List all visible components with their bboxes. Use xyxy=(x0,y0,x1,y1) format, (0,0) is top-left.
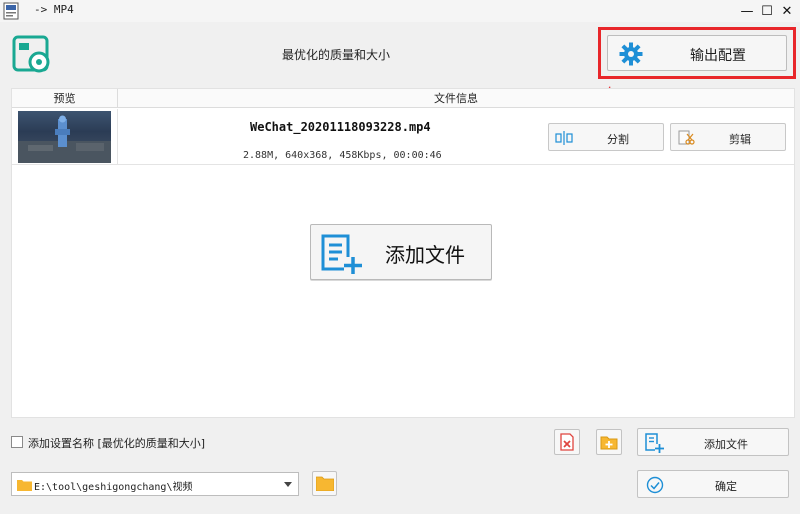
add-file-button[interactable]: 添加文件 xyxy=(637,428,789,456)
minimize-button[interactable]: — xyxy=(738,2,756,20)
folder-icon xyxy=(17,480,32,491)
maximize-button[interactable]: ☐ xyxy=(758,2,776,20)
video-thumbnail xyxy=(18,111,111,163)
clip-button[interactable]: 剪辑 xyxy=(670,123,786,151)
folder-icon xyxy=(316,476,334,491)
title-bar: -> MP4 — ☐ ✕ xyxy=(0,0,800,22)
add-file-large-label: 添加文件 xyxy=(385,243,465,267)
output-config-button[interactable]: 输出配置 xyxy=(607,35,787,71)
file-row[interactable]: WeChat_20201118093228.mp4 2.88M, 640x368… xyxy=(12,109,794,165)
save-name-checkbox[interactable] xyxy=(11,436,23,448)
file-list-panel: 预览 文件信息 WeChat_20201118093228.mp4 2.88M,… xyxy=(11,88,795,418)
preset-title: 最优化的质量和大小 xyxy=(282,48,391,62)
column-header-preview: 预览 xyxy=(12,89,118,108)
ok-button[interactable]: 确定 xyxy=(637,470,789,498)
converter-logo-icon xyxy=(12,35,50,73)
add-folder-button[interactable] xyxy=(596,429,622,455)
remove-file-icon xyxy=(560,433,574,451)
window-title: -> MP4 xyxy=(34,3,74,16)
split-label: 分割 xyxy=(607,133,629,146)
add-folder-icon xyxy=(600,436,618,450)
split-button[interactable]: 分割 xyxy=(548,123,664,151)
file-add-icon xyxy=(321,234,362,274)
add-file-large-button[interactable]: 添加文件 xyxy=(310,224,492,280)
output-path-value: E:\tool\geshigongchang\视频 xyxy=(34,482,193,493)
browse-folder-button[interactable] xyxy=(312,471,337,496)
ok-label: 确定 xyxy=(715,480,737,493)
app-doc-icon xyxy=(3,2,19,20)
output-config-label: 输出配置 xyxy=(690,48,746,64)
column-header-info: 文件信息 xyxy=(118,89,794,108)
save-name-label: 添加设置名称 [最优化的质量和大小] xyxy=(28,437,206,450)
gear-icon xyxy=(619,42,643,66)
thumbnail-scene xyxy=(18,115,111,163)
chevron-down-icon xyxy=(284,482,292,487)
file-name: WeChat_20201118093228.mp4 xyxy=(250,120,431,134)
row-divider xyxy=(117,109,118,165)
add-file-label: 添加文件 xyxy=(704,438,748,451)
output-path-dropdown[interactable]: E:\tool\geshigongchang\视频 xyxy=(11,472,299,496)
close-button[interactable]: ✕ xyxy=(778,2,796,20)
remove-file-button[interactable] xyxy=(554,429,580,455)
file-meta: 2.88M, 640x368, 458Kbps, 00:00:46 xyxy=(243,150,442,161)
clip-label: 剪辑 xyxy=(729,133,751,146)
